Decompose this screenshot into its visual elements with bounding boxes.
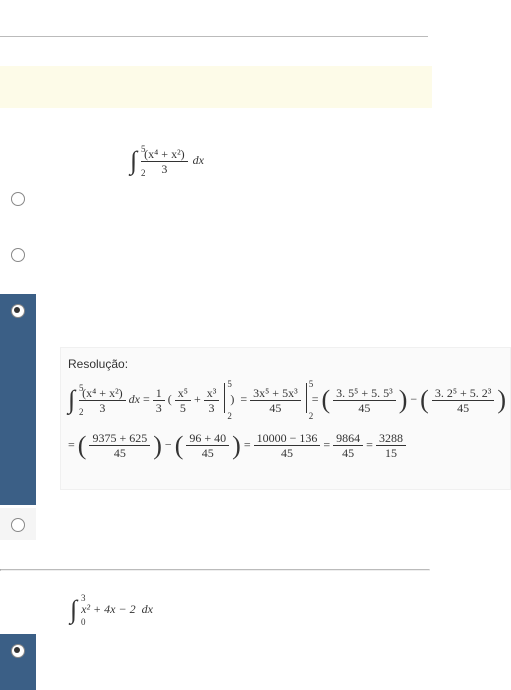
answer-options-q1-cont (0, 508, 36, 540)
question-1-expression: ∫ 5 2 (x⁴ + x²) 3 dx (130, 146, 204, 176)
option-a[interactable] (0, 182, 36, 238)
integrand-fraction: (x⁴ + x²) 3 (141, 147, 188, 176)
resolution-line-2: = ( 9375 + 62545 ) − ( 96 + 4045 ) = 100… (68, 431, 503, 460)
highlight-band (0, 66, 432, 108)
radio-icon (11, 518, 25, 532)
dx: dx (193, 153, 204, 167)
integral-sign: ∫ 5 2 (68, 385, 75, 415)
answer-options-q1 (0, 182, 36, 505)
option-b[interactable] (0, 238, 36, 294)
option-a-selected[interactable] (0, 634, 36, 690)
resolution-panel: Resolução: ∫ 5 2 (x⁴ + x²)3 dx = 13 ( x⁵… (60, 347, 511, 490)
integral-sign: ∫ 5 2 (130, 146, 137, 176)
integral-sign: ∫ 3 0 (70, 595, 77, 625)
radio-icon (11, 248, 25, 262)
upper-limit: 5 (141, 144, 146, 154)
radio-icon (11, 192, 25, 206)
option-d[interactable] (0, 508, 36, 540)
radio-icon (11, 644, 25, 658)
resolution-line-1: ∫ 5 2 (x⁴ + x²)3 dx = 13 ( x⁵5 + x³3 52 … (68, 383, 503, 417)
dx: dx (142, 602, 153, 616)
integrand: x² + 4x − 2 (81, 602, 135, 616)
upper-limit: 3 (81, 593, 86, 603)
page: ∫ 5 2 (x⁴ + x²) 3 dx Resolução: ∫ 5 2 (x… (0, 0, 511, 690)
resolution-label: Resolução: (68, 357, 503, 371)
question-2-expression: ∫ 3 0 x² + 4x − 2 dx (70, 595, 153, 625)
divider (0, 36, 428, 37)
lower-limit: 2 (141, 168, 146, 178)
radio-icon (11, 304, 25, 318)
option-c-selected[interactable] (0, 294, 36, 505)
lower-limit: 0 (81, 617, 86, 627)
divider (0, 569, 430, 571)
answer-options-q2 (0, 634, 36, 690)
